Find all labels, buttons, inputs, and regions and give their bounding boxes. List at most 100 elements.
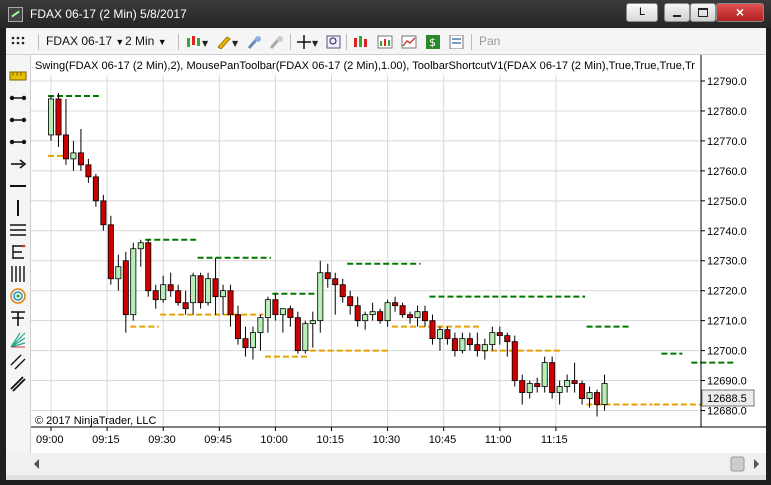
- down-candle: [504, 335, 511, 343]
- toolbar-separator: [346, 34, 347, 50]
- up-candle: [279, 308, 286, 316]
- down-candle: [511, 341, 518, 381]
- down-candle: [496, 332, 503, 337]
- up-candle: [220, 290, 227, 298]
- arrow-line-icon[interactable]: [9, 155, 27, 173]
- down-candle: [534, 383, 541, 387]
- price-tick-label: 12720.0: [707, 286, 747, 298]
- up-candle: [160, 284, 167, 301]
- data-series-icon[interactable]: [353, 35, 369, 49]
- down-candle: [339, 284, 346, 298]
- copyright-notice: © 2017 NinjaTrader, LLC: [35, 415, 156, 427]
- down-candle: [407, 314, 414, 319]
- down-candle: [234, 314, 241, 340]
- instrument-label: FDAX 06-17: [46, 34, 113, 48]
- time-tick-label: 10:15: [317, 434, 345, 446]
- indicator-label: Swing(FDAX 06-17 (2 Min),2), MousePanToo…: [35, 60, 695, 72]
- down-candle: [392, 302, 399, 307]
- horizontal-line-icon[interactable]: [9, 177, 27, 195]
- down-candle: [294, 317, 301, 352]
- down-candle: [579, 383, 586, 399]
- time-tick-label: 09:15: [92, 434, 120, 446]
- indicators-icon[interactable]: [377, 35, 393, 49]
- down-candle: [399, 305, 406, 316]
- chart-toolbar: FDAX 06-17 ▼ 2 Min ▼ ▼ ▼ ▼ $ Pan: [6, 30, 766, 55]
- gann-fan-icon[interactable]: [9, 331, 27, 349]
- up-candle: [70, 152, 77, 160]
- ray-icon[interactable]: [9, 133, 27, 151]
- down-candle: [152, 290, 159, 301]
- up-candle: [362, 314, 369, 322]
- down-candle: [519, 380, 526, 393]
- chart-window: FDAX 06-17 (2 Min) 5/8/2017 L FDAX 06-17…: [0, 0, 771, 485]
- vertical-line-icon[interactable]: [9, 199, 27, 217]
- chart-client-area: FDAX 06-17 ▼ 2 Min ▼ ▼ ▼ ▼ $ Pan 12790.0…: [6, 28, 766, 480]
- time-tick-label: 10:45: [429, 434, 457, 446]
- fibonacci-extension-icon[interactable]: [9, 309, 27, 327]
- link-button[interactable]: L: [626, 3, 658, 22]
- detach-indicator-icon[interactable]: [269, 35, 285, 49]
- up-candle: [47, 98, 54, 136]
- scroll-thumb[interactable]: [730, 456, 745, 472]
- interval-selector[interactable]: 2 Min ▼: [125, 34, 167, 50]
- scroll-right-arrow-icon[interactable]: [754, 459, 759, 469]
- line-icon[interactable]: [9, 111, 27, 129]
- up-candle: [369, 311, 376, 316]
- up-candle: [130, 248, 137, 316]
- fibonacci-time-icon[interactable]: [9, 265, 27, 283]
- up-candle: [489, 332, 496, 346]
- fibonacci-circle-icon[interactable]: [9, 287, 27, 305]
- horizontal-scrollbar[interactable]: [31, 453, 766, 475]
- properties-icon[interactable]: [449, 35, 465, 49]
- strategies-icon[interactable]: [401, 35, 417, 49]
- trend-channel-icon[interactable]: [9, 375, 27, 393]
- dollar-icon[interactable]: $: [425, 35, 441, 49]
- chart-canvas[interactable]: 12790.0 12780.0 12770.0 12760.0 12750.0 12740…: [31, 55, 766, 453]
- down-candle: [145, 242, 152, 292]
- down-candle: [62, 134, 69, 160]
- down-candle: [377, 311, 384, 322]
- down-candle: [55, 98, 62, 136]
- andrews-pitchfork-icon[interactable]: [9, 221, 27, 239]
- ruler-icon[interactable]: [9, 67, 27, 85]
- fibonacci-retracement-icon[interactable]: [9, 243, 27, 261]
- down-candle: [242, 338, 249, 349]
- price-tick-label: 12770.0: [707, 136, 747, 148]
- up-candle: [526, 383, 533, 393]
- attach-indicator-icon[interactable]: [247, 35, 263, 49]
- price-axis[interactable]: 12790.0 12780.0 12770.0 12760.0 12750.0 12740…: [701, 76, 747, 418]
- drawing-pencil-icon[interactable]: ▼: [216, 35, 242, 49]
- scroll-left-arrow-icon[interactable]: [34, 459, 39, 469]
- down-candle: [549, 362, 556, 393]
- maximize-button[interactable]: [690, 3, 716, 22]
- title-bar[interactable]: FDAX 06-17 (2 Min) 5/8/2017 L: [0, 0, 771, 28]
- regression-channel-icon[interactable]: [9, 353, 27, 371]
- up-candle: [481, 344, 488, 352]
- close-button[interactable]: [716, 3, 764, 22]
- grip-menu-icon[interactable]: [10, 34, 26, 48]
- up-candle: [249, 332, 256, 349]
- down-candle: [77, 152, 84, 166]
- down-candle: [212, 278, 219, 298]
- up-candle: [205, 278, 212, 304]
- down-candle: [107, 224, 114, 280]
- svg-text:▼: ▼: [202, 39, 209, 48]
- up-candle: [257, 317, 264, 334]
- down-candle: [451, 338, 458, 352]
- down-candle: [167, 284, 174, 292]
- down-candle: [466, 338, 473, 346]
- risk-reward-icon[interactable]: [9, 89, 27, 107]
- pan-button[interactable]: Pan: [479, 34, 500, 50]
- last-price-badge: 12688.5: [707, 393, 747, 405]
- crosshair-icon[interactable]: ▼: [297, 35, 321, 49]
- up-candle: [264, 299, 271, 319]
- bar-type-icon[interactable]: ▼: [186, 35, 212, 49]
- zoom-icon[interactable]: [326, 35, 342, 49]
- minimize-button[interactable]: [664, 3, 690, 22]
- price-chart[interactable]: 12790.0 12780.0 12770.0 12760.0 12750.0 12740…: [31, 55, 766, 453]
- price-tick-label: 12700.0: [707, 346, 747, 358]
- down-candle: [197, 275, 204, 304]
- instrument-selector[interactable]: FDAX 06-17 ▼: [46, 34, 124, 50]
- time-axis[interactable]: 09:00 09:15 09:30 09:45 10:00 10:15 10:30 10:45…: [36, 427, 568, 446]
- down-candle: [92, 176, 99, 202]
